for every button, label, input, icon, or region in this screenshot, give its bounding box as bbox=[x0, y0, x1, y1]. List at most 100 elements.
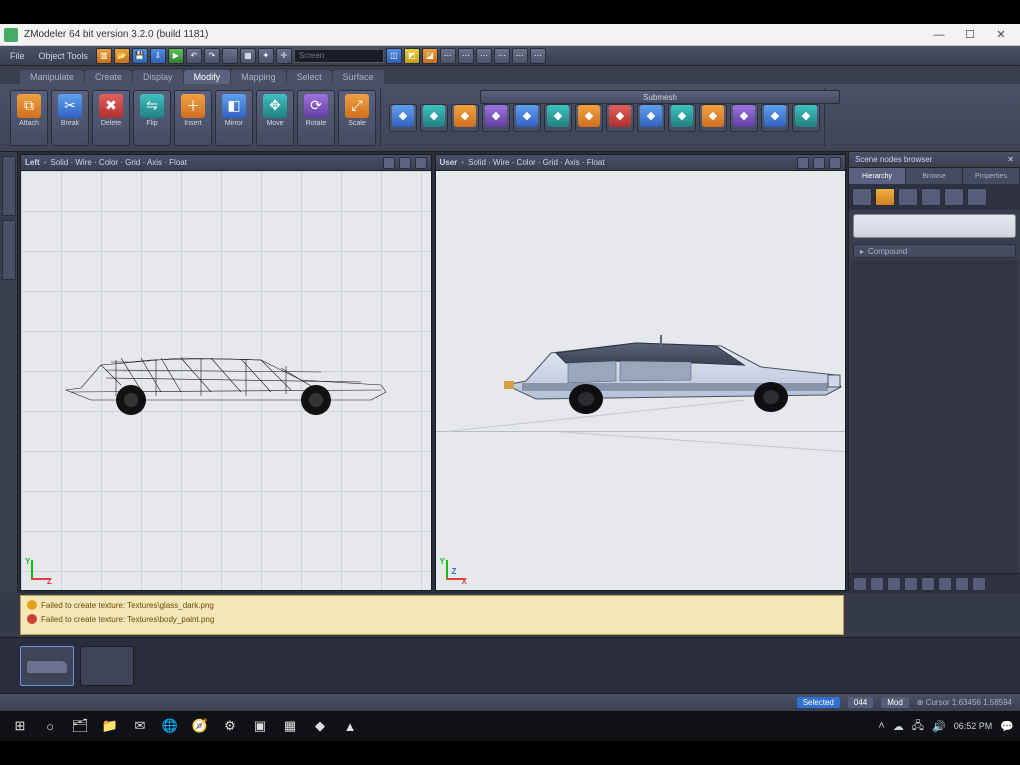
menu-object-tools[interactable]: Object Tools bbox=[33, 49, 94, 63]
taskbar-app-12[interactable]: ▲ bbox=[336, 714, 364, 738]
taskbar-app-5[interactable]: ✉ bbox=[126, 714, 154, 738]
ribbon-rotate-button[interactable]: ⟳Rotate bbox=[297, 90, 335, 146]
side-panel-close-icon[interactable]: ✕ bbox=[1007, 155, 1014, 164]
tray-cloud-icon[interactable]: ☁ bbox=[893, 720, 904, 733]
ribbon-break-button[interactable]: ✂Break bbox=[51, 90, 89, 146]
sp-bottom-icon-7[interactable] bbox=[955, 577, 969, 591]
toolbar-extra2-icon[interactable]: ⋯ bbox=[458, 48, 474, 64]
toolbar-axis-icon[interactable]: ✛ bbox=[276, 48, 292, 64]
ribbon-extra-icon-4[interactable]: ◆ bbox=[482, 104, 510, 132]
viewport-user-canvas[interactable]: Y X Z bbox=[436, 171, 846, 590]
taskbar-app-7[interactable]: 🧭 bbox=[186, 714, 214, 738]
tray-network-icon[interactable]: 🖧 bbox=[912, 717, 924, 736]
message-log[interactable]: Failed to create texture: Textures\glass… bbox=[20, 595, 844, 635]
viewport-user-opt2[interactable] bbox=[813, 157, 825, 169]
menu-file[interactable]: File bbox=[4, 49, 31, 63]
level-vertex-icon[interactable] bbox=[852, 188, 872, 206]
ribbon-extra-icon-14[interactable]: ◆ bbox=[792, 104, 820, 132]
viewport-left-opt3[interactable] bbox=[415, 157, 427, 169]
left-strip-tab-2[interactable] bbox=[2, 220, 16, 280]
level-poly-icon[interactable] bbox=[921, 188, 941, 206]
ribbon-tab-display[interactable]: Display bbox=[133, 70, 183, 84]
sp-bottom-icon-2[interactable] bbox=[870, 577, 884, 591]
toolbar-import-icon[interactable]: ⇩ bbox=[150, 48, 166, 64]
search-input[interactable] bbox=[294, 49, 384, 63]
ribbon-extra-icon-11[interactable]: ◆ bbox=[699, 104, 727, 132]
ribbon-delete-button[interactable]: ✖Delete bbox=[92, 90, 130, 146]
system-tray[interactable]: ˄ ☁ 🖧 🔊 06:52 PM 💬 bbox=[878, 717, 1014, 736]
ribbon-move-button[interactable]: ✥Move bbox=[256, 90, 294, 146]
ribbon-extra-icon-8[interactable]: ◆ bbox=[606, 104, 634, 132]
toolbar-play-icon[interactable]: ▶ bbox=[168, 48, 184, 64]
ribbon-tab-mapping[interactable]: Mapping bbox=[231, 70, 286, 84]
ribbon-scale-button[interactable]: ⤢Scale bbox=[338, 90, 376, 146]
ribbon-extra-icon-1[interactable]: ◆ bbox=[389, 104, 417, 132]
toolbar-open-icon[interactable]: 📂 bbox=[114, 48, 130, 64]
toolbar-snap-icon[interactable]: ✦ bbox=[258, 48, 274, 64]
viewport-user-toolbar[interactable]: Solid · Wire · Color · Grid · Axis · Flo… bbox=[468, 158, 604, 167]
ribbon-tab-select[interactable]: Select bbox=[287, 70, 332, 84]
side-panel-main-button[interactable] bbox=[853, 214, 1016, 238]
viewport-left-canvas[interactable]: Y Z bbox=[21, 171, 431, 590]
toolbar-extra6-icon[interactable]: ⋯ bbox=[530, 48, 546, 64]
tray-notifications-icon[interactable]: 💬 bbox=[1000, 720, 1014, 733]
level-extra-icon[interactable] bbox=[967, 188, 987, 206]
viewport-user-opt1[interactable] bbox=[797, 157, 809, 169]
toolbar-view2-icon[interactable]: ◩ bbox=[404, 48, 420, 64]
ribbon-tab-manipulate[interactable]: Manipulate bbox=[20, 70, 84, 84]
ribbon-insert-button[interactable]: ＋Insert bbox=[174, 90, 212, 146]
thumbnail-2[interactable] bbox=[80, 646, 134, 686]
level-object-icon[interactable] bbox=[944, 188, 964, 206]
taskbar-app-8[interactable]: ⚙ bbox=[216, 714, 244, 738]
side-tab-browse[interactable]: Browse bbox=[906, 168, 963, 184]
toolbar-extra5-icon[interactable]: ⋯ bbox=[512, 48, 528, 64]
toolbar-view3-icon[interactable]: ◪ bbox=[422, 48, 438, 64]
taskbar-app-6[interactable]: 🌐 bbox=[156, 714, 184, 738]
viewport-left-opt1[interactable] bbox=[383, 157, 395, 169]
taskbar-app-2[interactable]: ○ bbox=[36, 714, 64, 738]
toolbar-redo-icon[interactable]: ↷ bbox=[204, 48, 220, 64]
side-tab-hierarchy[interactable]: Hierarchy bbox=[849, 168, 906, 184]
ribbon-attach-button[interactable]: ⧉Attach bbox=[10, 90, 48, 146]
viewport-user-opt3[interactable] bbox=[829, 157, 841, 169]
left-strip-tab-1[interactable] bbox=[2, 156, 16, 216]
sp-bottom-icon-1[interactable] bbox=[853, 577, 867, 591]
taskbar-app-10[interactable]: ▦ bbox=[276, 714, 304, 738]
viewport-left-name[interactable]: Left bbox=[25, 158, 40, 167]
ribbon-extra-icon-5[interactable]: ◆ bbox=[513, 104, 541, 132]
sp-bottom-icon-5[interactable] bbox=[921, 577, 935, 591]
sp-bottom-icon-3[interactable] bbox=[887, 577, 901, 591]
viewport-left-opt2[interactable] bbox=[399, 157, 411, 169]
side-tab-properties[interactable]: Properties bbox=[963, 168, 1020, 184]
material-thumbnail-strip[interactable] bbox=[0, 637, 1020, 693]
sp-bottom-icon-6[interactable] bbox=[938, 577, 952, 591]
taskbar-app-9[interactable]: ▣ bbox=[246, 714, 274, 738]
ribbon-extra-icon-10[interactable]: ◆ bbox=[668, 104, 696, 132]
ribbon-extra-icon-9[interactable]: ◆ bbox=[637, 104, 665, 132]
sp-bottom-icon-8[interactable] bbox=[972, 577, 986, 591]
ribbon-tab-surface[interactable]: Surface bbox=[333, 70, 384, 84]
taskbar-app-3[interactable]: 🗂 bbox=[66, 714, 94, 738]
ribbon-tab-create[interactable]: Create bbox=[85, 70, 132, 84]
thumbnail-1[interactable] bbox=[20, 646, 74, 686]
side-panel-body[interactable] bbox=[851, 260, 1018, 573]
ribbon-extra-icon-2[interactable]: ◆ bbox=[420, 104, 448, 132]
toolbar-extra4-icon[interactable]: ⋯ bbox=[494, 48, 510, 64]
toolbar-grid-icon[interactable]: ▦ bbox=[240, 48, 256, 64]
level-edge-icon[interactable] bbox=[875, 188, 895, 206]
toolbar-new-icon[interactable]: ▥ bbox=[96, 48, 112, 64]
level-face-icon[interactable] bbox=[898, 188, 918, 206]
toolbar-save-icon[interactable]: 💾 bbox=[132, 48, 148, 64]
viewport-left-toolbar[interactable]: Solid · Wire · Color · Grid · Axis · Flo… bbox=[50, 158, 186, 167]
viewport-user-name[interactable]: User bbox=[440, 158, 458, 167]
status-mode[interactable]: Mod bbox=[881, 697, 909, 708]
ribbon-extra-icon-7[interactable]: ◆ bbox=[575, 104, 603, 132]
tray-clock[interactable]: 06:52 PM bbox=[954, 721, 993, 731]
side-panel-section-compound[interactable]: ▸ Compound bbox=[853, 244, 1016, 258]
ribbon-tab-modify[interactable]: Modify bbox=[184, 70, 231, 84]
taskbar-app-1[interactable]: ⊞ bbox=[6, 714, 34, 738]
sp-bottom-icon-4[interactable] bbox=[904, 577, 918, 591]
ribbon-flip-button[interactable]: ⇋Flip bbox=[133, 90, 171, 146]
toolbar-extra3-icon[interactable]: ⋯ bbox=[476, 48, 492, 64]
ribbon-extra-icon-3[interactable]: ◆ bbox=[451, 104, 479, 132]
